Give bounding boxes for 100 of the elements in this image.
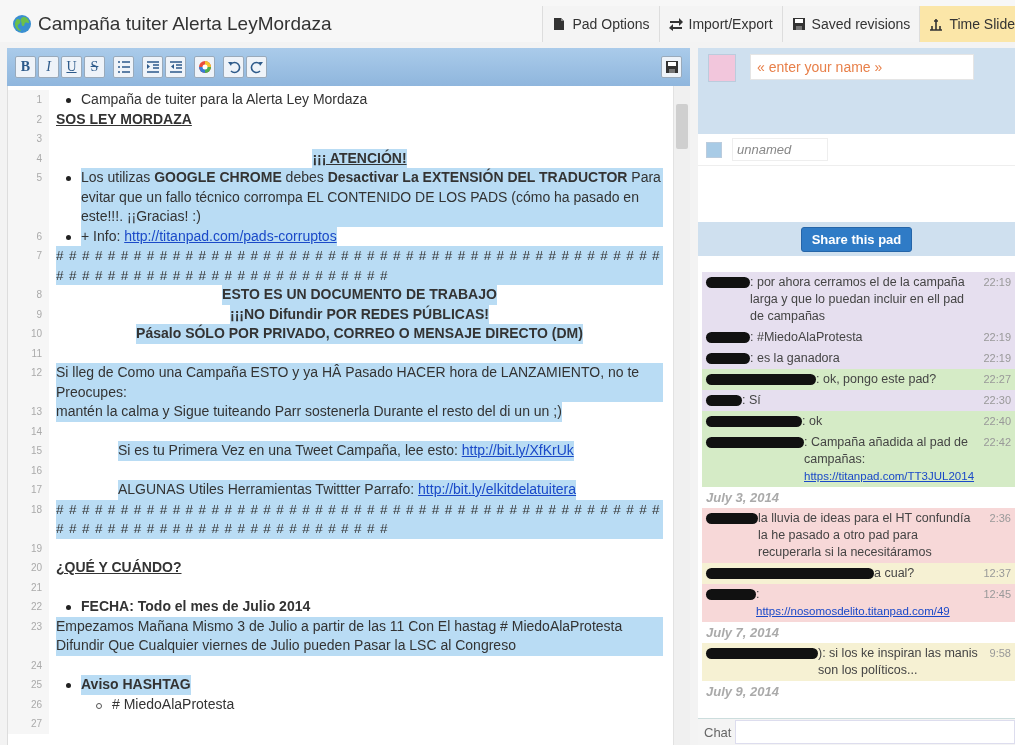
line-number: 25 (8, 675, 49, 695)
link[interactable]: https://titanpad.com/TT3JUL2014 (804, 468, 978, 485)
message-time: 22:27 (983, 372, 1011, 387)
message-text: ): si los ke inspiran las manis son los políticos... (818, 645, 979, 679)
message-time: 22:19 (983, 351, 1011, 366)
timeslider-icon (929, 17, 944, 31)
message-text: : por ahora cerramos el de la campaña larga y que lo puedan incluir en ell pad de campañas (750, 274, 966, 325)
message-time: 22:19 (983, 275, 1011, 290)
document-text: Los utilizas GOOGLE CHROME debes Desactivar La EXTENSIÓN DEL TRADUCTOR Para evitar que un fallo técnico corrompa EL CONTENIDO DE LOS PADS (cómo ha pasado en este!!!. ¡¡Gracias! :) (81, 168, 663, 227)
line-number: 18 (8, 499, 49, 539)
line-number: 10 (8, 324, 49, 344)
document-text: Pásalo SÓLO POR PRIVADO, CORREO O MENSAJE DIRECTO (DM) (136, 324, 583, 344)
line-number: 23 (8, 616, 49, 656)
message-text: : Campaña añadida al pad de campañas: https://titanpad.com/TT3JUL2014 (804, 434, 978, 485)
link[interactable]: https://nosomosdelito.titanpad.com/49 (756, 603, 978, 620)
format-button[interactable]: B (15, 56, 36, 78)
pad-title: Campaña tuiter Alerta LeyMordaza (38, 13, 332, 35)
message-time: 12:45 (983, 587, 1011, 602)
line-number: 5 (8, 168, 49, 227)
color-wheel-icon (197, 60, 212, 74)
message-text: : https://nosomosdelito.titanpad.com/49 (756, 586, 978, 620)
line-number: 22 (8, 597, 49, 617)
undo-button[interactable] (223, 56, 244, 78)
message-time: 22:30 (983, 393, 1011, 408)
line-number: 1 (8, 90, 49, 110)
redaction-mark (706, 353, 750, 364)
link[interactable]: http://titanpad.com/pads-corruptos (124, 227, 337, 244)
bullet-icon (66, 683, 71, 688)
link[interactable]: http://bit.ly/elkitdelatuitera (418, 481, 577, 497)
swap-arrows-icon (668, 17, 683, 31)
name-input-field[interactable]: « enter your name » (750, 54, 974, 80)
outdent-icon (168, 60, 183, 74)
document-text: + Info: http://titanpad.com/pads-corruptos (81, 226, 337, 246)
message-text: : #MiedoAlaProtesta (750, 329, 864, 346)
chat-date: July 3, 2014 (705, 489, 780, 507)
format-button[interactable]: S (84, 56, 105, 78)
outdent-button[interactable] (165, 56, 186, 78)
message-time: 22:40 (983, 414, 1011, 429)
message-text: a cual? (874, 565, 916, 582)
save-button[interactable] (661, 56, 682, 78)
chat-label: Chat (704, 724, 732, 740)
line-number: 13 (8, 402, 49, 422)
redaction-mark (706, 513, 758, 524)
scrollbar[interactable] (673, 86, 690, 745)
document-text: ¡¡¡NO Difundir POR REDES PÚBLICAS! (230, 304, 489, 324)
document-icon (552, 17, 567, 31)
redo-icon (249, 60, 264, 74)
message-text: : Sí (742, 392, 762, 409)
redaction-mark (706, 332, 750, 343)
message-text: : ok (802, 413, 824, 430)
document-text: Empezamos Mañana Mismo 3 de Julio a partir de las 11 Con El hastag # MiedoAlaProtesta Difundir Que Cualquier viernes de Julio pueden Pasar la LSC al Congreso (56, 616, 663, 656)
toolbar-tab[interactable]: Time Slide (919, 6, 1015, 42)
document-text: Si es tu Primera Vez en una Tweet Campaña, lee esto: http://bit.ly/XfKrUk (118, 441, 574, 461)
line-number: 17 (8, 480, 49, 500)
line-number: 7 (8, 246, 49, 285)
document-text: ALGUNAS Utiles Herramientas Twittter Parrafo: http://bit.ly/elkitdelatuitera (118, 480, 577, 500)
document-text: mantén la calma y Sigue tuiteando Parr sostenerla Durante el resto del di un un ;) (56, 402, 562, 422)
redo-button[interactable] (246, 56, 267, 78)
document-text: Campaña de tuiter para la Alerta Ley Mordaza (81, 90, 368, 109)
document-text: ¿QUÉ Y CUÁNDO? (56, 558, 182, 577)
format-button[interactable]: U (61, 56, 82, 78)
message-time: 9:58 (989, 646, 1011, 661)
line-number: 27 (8, 714, 49, 734)
document-text: Aviso HASHTAG (81, 675, 191, 695)
chat-input-field[interactable] (735, 720, 1015, 744)
chat-date: July 9, 2014 (705, 683, 780, 701)
user-color-swatch[interactable] (708, 54, 736, 82)
document-text: Si lleg de Como una Campaña ESTO y ya HÂ Pasado HACER hora de LANZAMIENTO, no te Preocupes: (56, 363, 663, 402)
share-button[interactable]: Share this pad (800, 226, 913, 252)
document-text: SOS LEY MORDAZA (56, 109, 192, 129)
message-time: 22:42 (983, 435, 1011, 450)
indent-icon (145, 60, 160, 74)
message-time: 22:19 (983, 330, 1011, 345)
line-number: 20 (8, 558, 49, 578)
redaction-mark (706, 589, 756, 600)
line-number: 12 (8, 363, 49, 402)
document-text: # MiedoAlaProtesta (112, 694, 235, 714)
message-text: : ok, pongo este pad? (816, 371, 938, 388)
line-number: 8 (8, 285, 49, 305)
undo-icon (226, 60, 241, 74)
document-text: FECHA: Todo el mes de Julio 2014 (81, 597, 311, 616)
message-time: 12:37 (983, 566, 1011, 581)
bullet-icon (66, 234, 71, 240)
message-time: 2:36 (989, 511, 1011, 526)
indent-button[interactable] (142, 56, 163, 78)
color-button[interactable] (194, 56, 215, 78)
bullet-icon (66, 98, 71, 103)
list-icon (116, 60, 131, 74)
message-text: : es la ganadora (750, 350, 841, 367)
globe-icon (12, 14, 32, 34)
list-button[interactable] (113, 56, 134, 78)
bullet-icon (66, 605, 71, 610)
link[interactable]: http://bit.ly/XfKrUk (461, 442, 574, 458)
redaction-mark (706, 395, 742, 406)
user-name: unnamed (732, 138, 828, 161)
format-button[interactable]: I (38, 56, 59, 78)
document-text: # # # # # # # # # # # # # # # # # # # # # # # # # # # # # # # # # # # # # # # # # # # # # # # # # # # # # # # # # # # # # # # # # # # # # # # # # (56, 246, 663, 285)
bullet-icon (66, 176, 71, 181)
document-text: ¡¡¡ ATENCIÓN! (312, 148, 407, 168)
document-text: # # # # # # # # # # # # # # # # # # # # # # # # # # # # # # # # # # # # # # # # # # # # # # # # # # # # # # # # # # # # # # # # # # # # # # # # # (56, 499, 663, 539)
